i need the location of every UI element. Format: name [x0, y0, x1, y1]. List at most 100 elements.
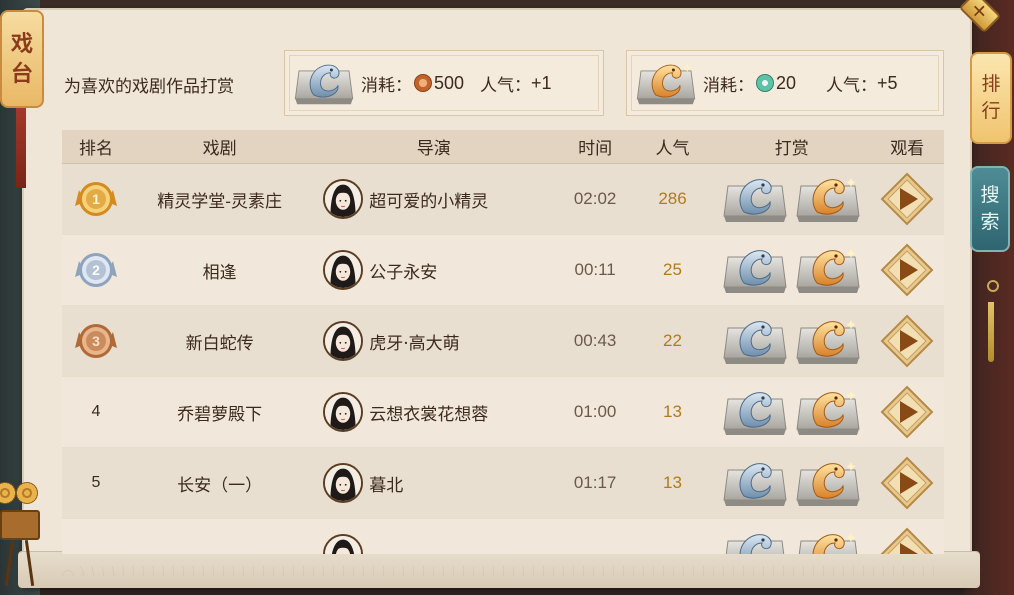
table-header: 排名 戏剧 导演 时间 人气 打赏 观看 — [62, 130, 944, 164]
play-title: 乔碧萝殿下 — [177, 404, 263, 425]
header-tip: 打赏 — [774, 139, 809, 159]
tip-buttons — [713, 377, 870, 447]
rank-number: 4 — [91, 403, 101, 420]
director-name: 云想衣裳花想蓉 — [369, 404, 489, 425]
cost-label: 消耗： — [703, 75, 754, 96]
tab-ranking-label-2: 行 — [981, 100, 1001, 122]
tab-theater-label-1: 戏 — [10, 31, 33, 57]
tip-buttons — [713, 235, 870, 305]
cost-label: 消耗： — [361, 75, 412, 96]
play-icon[interactable] — [880, 527, 934, 554]
director-name: 暮北 — [369, 475, 404, 496]
director-avatar[interactable] — [323, 392, 364, 432]
play-title: 相逢 — [202, 262, 237, 283]
tip-silver-fish-button[interactable] — [722, 456, 788, 510]
director-name: 虎牙·高大萌 — [369, 333, 460, 354]
play-time: 01:17 — [573, 473, 617, 492]
play-icon[interactable] — [880, 243, 934, 297]
table-row: 2 相逢 公子永安 00:11 25 — [62, 235, 944, 306]
rank-cell: 5 — [62, 448, 130, 518]
scroll-bottom-roller — [18, 552, 980, 588]
play-icon[interactable] — [880, 385, 934, 439]
play-popularity: 13 — [663, 473, 682, 492]
popularity-label: 人气： — [480, 75, 532, 96]
silver-medal-icon: 2 — [74, 253, 117, 287]
play-popularity: 13 — [663, 402, 682, 421]
header-rank: 排名 — [78, 139, 113, 159]
play-time: 00:11 — [574, 260, 616, 279]
tip-option-gold: 消耗： 20 人气： +5 — [626, 50, 944, 116]
watch-cell — [870, 235, 944, 305]
rank-cell: 3 — [62, 306, 130, 376]
tab-ranking[interactable]: 排 行 — [970, 52, 1012, 144]
cost-value: 500 — [434, 72, 465, 93]
watch-cell — [870, 377, 944, 447]
director-avatar[interactable] — [323, 250, 364, 290]
watch-cell — [870, 306, 944, 376]
play-time: 01:00 — [573, 402, 617, 421]
jade-coin-icon — [756, 74, 774, 92]
tip-prompt: 为喜欢的戏剧作品打赏 — [64, 77, 234, 97]
director-avatar[interactable] — [323, 321, 364, 361]
tip-silver-fish-button[interactable] — [722, 243, 788, 297]
cost-value: 20 — [776, 72, 797, 93]
tip-buttons — [713, 164, 870, 234]
director-avatar[interactable] — [323, 534, 364, 554]
table-row: 5 长安（一） 暮北 01:17 13 — [62, 448, 944, 519]
table-row-partial — [62, 519, 944, 554]
tip-silver-fish-button[interactable] — [722, 314, 788, 368]
tip-gold-fish-button[interactable] — [795, 385, 861, 439]
tab-ranking-label-1: 排 — [981, 73, 1001, 95]
watch-cell — [870, 164, 944, 234]
rank-number: 2 — [92, 262, 100, 278]
popularity-gain: +5 — [877, 72, 898, 93]
tip-silver-fish-button[interactable] — [722, 527, 788, 554]
director-cell: 超可爱的小精灵 — [309, 164, 558, 234]
rank-cell: 4 — [62, 377, 130, 447]
tab-search-label-1: 搜 — [980, 184, 1000, 206]
copper-coin-icon — [414, 74, 432, 92]
tip-option-silver: 消耗： 500 人气： +1 — [284, 50, 604, 116]
tip-buttons — [713, 306, 870, 376]
director-name: 公子永安 — [369, 262, 438, 283]
rank-number: 5 — [91, 474, 101, 491]
popularity-gain: +1 — [531, 72, 552, 93]
director-cell: 公子永安 — [309, 235, 558, 305]
tip-silver-fish-button[interactable] — [722, 385, 788, 439]
header-time: 时间 — [578, 139, 613, 159]
play-time: 02:02 — [573, 189, 617, 208]
tip-gold-fish-button[interactable] — [795, 243, 861, 297]
silver-fish-icon — [293, 58, 355, 108]
rank-number: 1 — [92, 191, 100, 207]
header-popularity: 人气 — [655, 139, 690, 159]
tip-gold-fish-button[interactable] — [795, 527, 861, 554]
header-watch: 观看 — [890, 139, 925, 159]
close-icon: ✕ — [972, 1, 988, 23]
play-popularity: 22 — [663, 331, 682, 350]
tip-gold-fish-button[interactable] — [795, 172, 861, 226]
director-cell: 暮北 — [309, 448, 558, 518]
tassel-decoration — [986, 280, 999, 366]
tip-gold-fish-button[interactable] — [795, 456, 861, 510]
director-avatar[interactable] — [323, 179, 364, 219]
play-icon[interactable] — [880, 172, 934, 226]
play-icon[interactable] — [880, 314, 934, 368]
play-icon[interactable] — [880, 456, 934, 510]
tab-search-label-2: 索 — [980, 211, 1000, 233]
tab-theater[interactable]: 戏 台 — [0, 10, 44, 188]
tip-silver-fish-button[interactable] — [722, 172, 788, 226]
table-row: 4 乔碧萝殿下 云想衣裳花想蓉 01:00 13 — [62, 377, 944, 448]
rank-cell: 1 — [62, 164, 130, 234]
director-avatar[interactable] — [323, 463, 364, 503]
play-popularity: 286 — [658, 189, 687, 208]
header-play: 戏剧 — [202, 139, 237, 159]
gold-medal-icon: 1 — [74, 182, 117, 216]
film-camera-icon — [0, 480, 70, 590]
tip-gold-fish-button[interactable] — [795, 314, 861, 368]
tip-buttons — [713, 448, 870, 518]
play-popularity: 25 — [663, 260, 682, 279]
popularity-label: 人气： — [826, 75, 878, 96]
tab-search[interactable]: 搜 索 — [970, 166, 1010, 252]
header-director: 导演 — [416, 139, 451, 159]
gold-fish-icon — [635, 58, 697, 108]
